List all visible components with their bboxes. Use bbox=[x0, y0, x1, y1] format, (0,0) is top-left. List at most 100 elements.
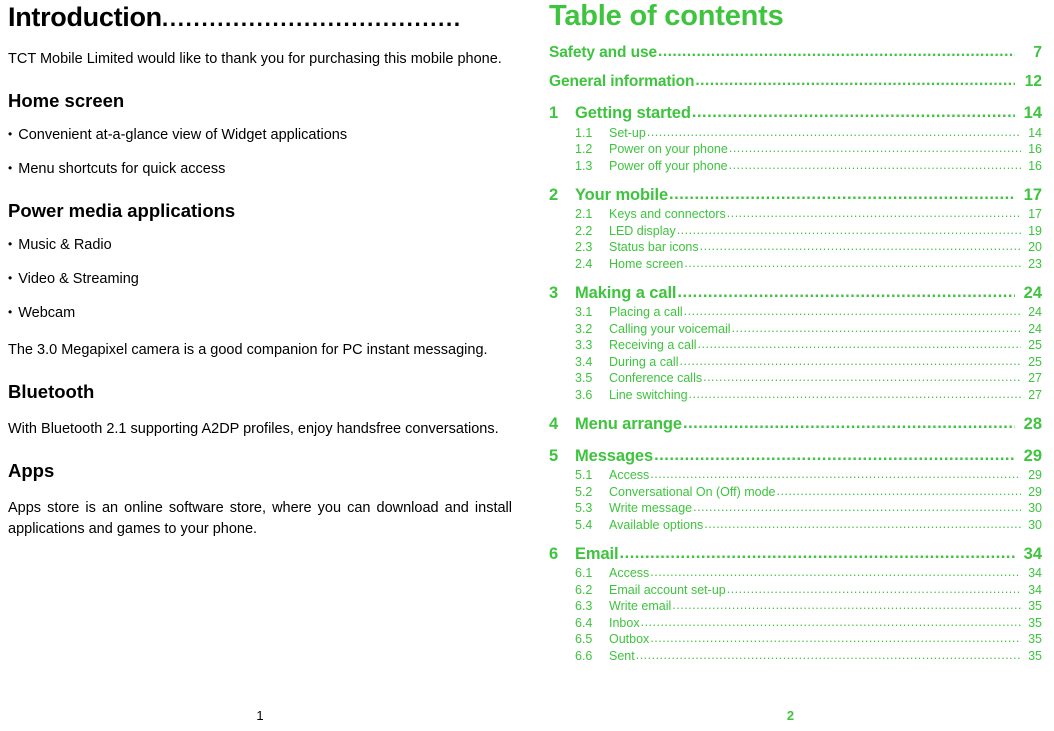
toc-entry-label: Keys and connectors bbox=[609, 207, 726, 221]
toc-entry-page: 35 bbox=[1028, 648, 1042, 663]
toc-entry-number: 5.2 bbox=[575, 484, 593, 499]
toc-entry-label: Conference calls bbox=[609, 371, 703, 385]
toc-entry[interactable]: 2.3 Status bar icons 20 bbox=[549, 240, 1042, 254]
bullet-item: • Video & Streaming bbox=[8, 269, 512, 290]
toc-entry-label: Power on your phone bbox=[609, 142, 728, 156]
bullet-dot-icon: • bbox=[8, 237, 13, 252]
toc-entry-page: 16 bbox=[1028, 142, 1042, 156]
toc-entry[interactable]: 1.3 Power off your phone 16 bbox=[549, 159, 1042, 173]
toc-entry-number: 6.3 bbox=[575, 599, 593, 613]
toc-entry[interactable]: 1.1 Set-up 14 bbox=[549, 126, 1042, 140]
toc-entry[interactable]: 5.4 Available options 30 bbox=[549, 518, 1042, 532]
toc-entry[interactable]: Safety and use 7 bbox=[549, 44, 1042, 62]
toc-entry-number: 6.4 bbox=[575, 615, 593, 630]
toc-entry[interactable]: 2.2 LED display 19 bbox=[549, 224, 1042, 238]
toc-dot-leader bbox=[650, 565, 1021, 579]
toc-entry[interactable]: 6 Email 34 bbox=[549, 545, 1042, 564]
toc-entry-label: Receiving a call bbox=[609, 338, 697, 352]
toc-entry[interactable]: 3.2 Calling your voicemail 24 bbox=[549, 322, 1042, 336]
toc-entry[interactable]: 3 Making a call 24 bbox=[549, 284, 1042, 303]
toc-entry-number: 3.3 bbox=[575, 338, 593, 352]
toc-entry-number: 1.2 bbox=[575, 142, 593, 156]
toc-entry[interactable]: 3.3 Receiving a call 25 bbox=[549, 338, 1042, 352]
toc-entry-label: Write email bbox=[609, 599, 672, 613]
toc-entry-page: 17 bbox=[1028, 207, 1042, 221]
folio-left: 1 bbox=[256, 708, 264, 723]
toc-entry-label: Sent bbox=[609, 648, 635, 663]
toc-entry[interactable]: 6.3 Write email 35 bbox=[549, 599, 1042, 613]
toc-entry-label: Outbox bbox=[609, 632, 650, 646]
bluetooth-paragraph: With Bluetooth 2.1 supporting A2DP profi… bbox=[8, 421, 499, 438]
toc-entry-page: 24 bbox=[1028, 321, 1042, 336]
toc-entry[interactable]: 6.4 Inbox 35 bbox=[549, 616, 1042, 630]
toc-entry-page: 25 bbox=[1028, 338, 1042, 352]
toc-entry[interactable]: 6.6 Sent 35 bbox=[549, 649, 1042, 663]
toc-entry-label: Conversational On (Off) mode bbox=[609, 484, 776, 499]
toc-list: Safety and use 7 General information 12 1 Get… bbox=[549, 44, 1042, 663]
toc-entry[interactable]: 1 Getting started 14 bbox=[549, 104, 1042, 123]
toc-entry[interactable]: 1.2 Power on your phone 16 bbox=[549, 142, 1042, 156]
bullet-item: • Convenient at-a-glance view of Widget … bbox=[8, 125, 512, 146]
toc-entry-number: 1.3 bbox=[575, 158, 593, 173]
toc-entry[interactable]: 2.4 Home screen 23 bbox=[549, 257, 1042, 271]
toc-entry[interactable]: 6.5 Outbox 35 bbox=[549, 632, 1042, 646]
toc-entry-page: 29 bbox=[1023, 446, 1042, 465]
toc-entry[interactable]: 3.4 During a call 25 bbox=[549, 355, 1042, 369]
toc-entry-label: Email account set-up bbox=[609, 582, 726, 597]
toc-dot-leader bbox=[683, 414, 1015, 433]
toc-entry-label: Placing a call bbox=[609, 305, 683, 319]
toc-entry-number: 1.1 bbox=[575, 125, 593, 140]
bullet-item: • Menu shortcuts for quick access bbox=[8, 159, 512, 180]
toc-entry-page: 25 bbox=[1028, 354, 1042, 369]
toc-entry-number: 5.1 bbox=[575, 468, 593, 482]
toc-entry-number: 5 bbox=[549, 446, 559, 465]
toc-entry-number: 3.1 bbox=[575, 305, 593, 319]
toc-entry-page: 34 bbox=[1028, 566, 1042, 580]
toc-entry[interactable]: 3.6 Line switching 27 bbox=[549, 388, 1042, 402]
toc-entry-page: 30 bbox=[1028, 501, 1042, 515]
toc-entry-label: Getting started bbox=[575, 104, 691, 122]
toc-title: Table of contents bbox=[549, 0, 784, 32]
toc-entry[interactable]: 3.1 Placing a call 24 bbox=[549, 305, 1042, 319]
bullet-text: Music & Radio bbox=[18, 237, 112, 254]
toc-entry-number: 3.2 bbox=[575, 321, 593, 336]
toc-entry-label: Safety and use bbox=[549, 44, 658, 61]
toc-entry-label: General information bbox=[549, 73, 695, 90]
toc-entry[interactable]: 2.1 Keys and connectors 17 bbox=[549, 207, 1042, 221]
toc-entry-number: 1 bbox=[549, 104, 559, 122]
document-page: Introduction............................… bbox=[0, 0, 1054, 731]
toc-entry[interactable]: 5.2 Conversational On (Off) mode 29 bbox=[549, 485, 1042, 499]
toc-entry[interactable]: 3.5 Conference calls 27 bbox=[549, 371, 1042, 385]
toc-entry-label: LED display bbox=[609, 223, 676, 238]
toc-entry[interactable]: 5 Messages 29 bbox=[549, 447, 1042, 466]
toc-dot-leader bbox=[650, 631, 1021, 645]
toc-entry-page: 24 bbox=[1023, 283, 1042, 302]
toc-entry[interactable]: 5.3 Write message 30 bbox=[549, 501, 1042, 515]
toc-entry-label: Set-up bbox=[609, 125, 646, 140]
toc-entry-label: Line switching bbox=[609, 387, 688, 402]
toc-dot-leader bbox=[620, 544, 1015, 563]
toc-entry-label: Access bbox=[609, 468, 650, 482]
bullet-dot-icon: • bbox=[8, 127, 13, 142]
toc-entry-number: 2 bbox=[549, 185, 559, 204]
toc-dot-leader bbox=[654, 446, 1015, 465]
toc-entry[interactable]: 2 Your mobile 17 bbox=[549, 186, 1042, 205]
bullet-text: Webcam bbox=[18, 305, 76, 322]
toc-entry-number: 2.2 bbox=[575, 223, 593, 238]
bullet-item: • Webcam bbox=[8, 303, 512, 324]
toc-dot-leader bbox=[777, 484, 1021, 498]
toc-dot-leader bbox=[695, 72, 1015, 90]
right-column: Table of contents Safety and use 7 General… bbox=[527, 0, 1054, 663]
toc-entry-page: 23 bbox=[1028, 256, 1042, 271]
toc-entry-page: 35 bbox=[1028, 632, 1042, 646]
toc-entry-number: 5.4 bbox=[575, 517, 593, 532]
toc-entry[interactable]: General information 12 bbox=[549, 73, 1042, 91]
toc-entry[interactable]: 5.1 Access 29 bbox=[549, 468, 1042, 482]
toc-entry[interactable]: 6.1 Access 34 bbox=[549, 566, 1042, 580]
toc-entry-number: 2.4 bbox=[575, 256, 593, 271]
toc-entry[interactable]: 4 Menu arrange 28 bbox=[549, 415, 1042, 434]
toc-entry-page: 27 bbox=[1028, 387, 1042, 402]
page-title: Introduction............................… bbox=[8, 0, 512, 33]
bullet-dot-icon: • bbox=[8, 161, 13, 176]
toc-entry[interactable]: 6.2 Email account set-up 34 bbox=[549, 583, 1042, 597]
